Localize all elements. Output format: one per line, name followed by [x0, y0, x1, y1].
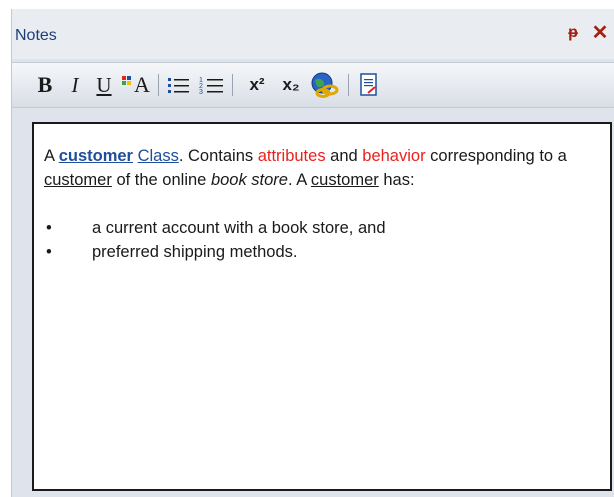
numbering-button[interactable]: 1 2 3 — [198, 71, 226, 99]
list-item: • a current account with a book store, a… — [44, 216, 594, 240]
close-icon[interactable]: ✕ — [590, 22, 610, 44]
text-run: A — [44, 147, 59, 165]
attributes-text: attributes — [257, 147, 326, 165]
list-item-text: preferred shipping methods. — [92, 243, 298, 261]
note-content: A customer Class. Contains attributes an… — [44, 144, 594, 264]
formatting-toolbar: B I U A 1 2 3 x² x₂ — [12, 62, 614, 108]
bullet-icon: • — [46, 219, 52, 237]
font-color-button[interactable]: A — [120, 71, 154, 99]
superscript-button[interactable]: x² — [242, 71, 272, 99]
notes-editor[interactable]: A customer Class. Contains attributes an… — [32, 122, 612, 491]
behavior-text: behavior — [362, 147, 426, 165]
svg-text:3: 3 — [199, 89, 203, 96]
subscript-button[interactable]: x₂ — [276, 71, 306, 99]
list-item: • preferred shipping methods. — [44, 240, 594, 264]
text-run: corresponding to a — [425, 147, 567, 165]
text-run: . A — [287, 171, 311, 189]
class-link[interactable]: Class — [138, 147, 179, 165]
notes-panel: Notes ᵽ ✕ B I U A 1 2 3 x² x₂ A customer… — [11, 9, 614, 497]
font-color-letter: A — [134, 72, 150, 97]
italic-button[interactable]: I — [64, 71, 86, 99]
text-run: has: — [378, 171, 415, 189]
bulleted-list-icon — [168, 78, 189, 93]
toolbar-separator — [158, 74, 159, 96]
list-item-text: a current account with a book store, and — [92, 219, 386, 237]
bold-button[interactable]: B — [34, 71, 56, 99]
note-paragraph: A customer Class. Contains attributes an… — [44, 144, 594, 192]
text-run: and — [325, 147, 363, 165]
document-icon — [360, 73, 377, 96]
hyperlink-button[interactable] — [308, 71, 342, 99]
bullet-icon: • — [46, 243, 52, 261]
document-button[interactable] — [356, 71, 382, 99]
panel-title: Notes — [15, 27, 57, 44]
panel-title-bar: Notes ᵽ ✕ — [12, 9, 614, 59]
pin-icon[interactable]: ᵽ — [565, 24, 581, 44]
toolbar-separator — [232, 74, 233, 96]
underline-button[interactable]: U — [93, 71, 115, 99]
toolbar-separator — [348, 74, 349, 96]
text-run: . Contains — [178, 147, 258, 165]
customer-underlined: customer — [44, 171, 112, 189]
book-store-italic: book store — [210, 171, 288, 189]
text-run: of the online — [111, 171, 211, 189]
customer-link[interactable]: customer — [59, 147, 133, 165]
numbered-list-icon: 1 2 3 — [199, 77, 223, 96]
bullets-button[interactable] — [166, 71, 192, 99]
bullet-list: • a current account with a book store, a… — [44, 216, 594, 264]
customer-underlined: customer — [310, 171, 379, 189]
hyperlink-globe-icon — [311, 72, 339, 98]
